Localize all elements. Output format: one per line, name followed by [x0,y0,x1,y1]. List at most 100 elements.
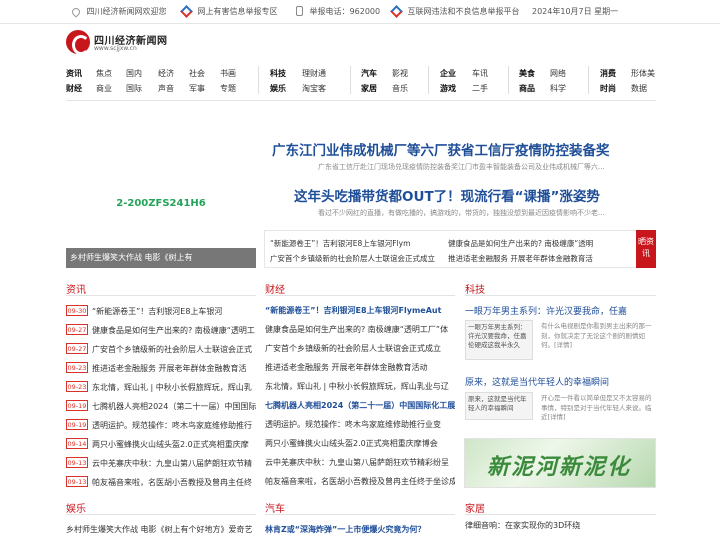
quick-news-item[interactable]: 推进适老金融服务 开展老年群体金融教育活 [448,253,618,264]
section-title-qiche[interactable]: 汽车 [265,500,285,515]
nav-link[interactable]: 资讯 [66,68,82,80]
zixun-list-item[interactable]: 09-27 健康食品是如何生产出来的? 南极缠康“透明工 [66,324,256,336]
section-title-zixun[interactable]: 资讯 [66,281,86,296]
headline-1-title[interactable]: 广东江门业伟成机械厂等六厂获省工信厅疫情防控装备奖 [272,139,610,159]
caijing-list-item[interactable]: “新能源卷王”！吉利银河E8上车银河FlymeAut [265,305,455,316]
nav-link[interactable]: 二手 [472,83,488,95]
item-date-badge: 09-13 [66,476,88,487]
internet-report-link[interactable]: 互联网违法和不良信息举报平台 [390,5,520,18]
nav-link[interactable]: 美食 [519,68,535,80]
caijing-list-item[interactable]: 云中羌寨庆中秋：九皇山第八届萨朗狂欢节精彩纷呈 [265,457,455,468]
nav-divider [350,66,351,94]
nav-link[interactable]: 财经 [66,83,82,95]
nav-link[interactable]: 商业 [96,83,112,95]
caijing-list-item[interactable]: 推进适老金融服务 开展老年群体金融教育活动 [265,362,455,373]
item-title: 东北情，辉山礼 | 中秋小长假旅辉玩，辉山乳 [92,383,252,392]
caijing-list-item[interactable]: 透明运护。规范操作：咚木鸟家庭维修助推行业变 [265,419,455,430]
nav-link[interactable]: 娱乐 [270,83,286,95]
nav-link[interactable]: 科技 [270,68,286,80]
nav-link[interactable]: 焦点 [96,68,112,80]
item-date-badge: 09-14 [66,438,88,449]
nav-group-3-row-2: 家居 音乐 [361,83,431,95]
feature-caption[interactable]: 乡村师生爆笑大作战 电影《树上有 [66,248,256,268]
keji-ad-banner[interactable]: 新泥河新泥化 [464,438,656,488]
nav-link[interactable]: 游戏 [440,83,456,95]
caijing-list-item[interactable]: 健康食品是如何生产出来的? 南极缠康“透明工厂”体 [265,324,455,335]
nav-group-2-row-2: 娱乐 淘宝客 [270,83,350,95]
quick-news-item[interactable]: 健康食品是如何生产出来的? 南极缠康“透明 [448,238,618,249]
yule-item[interactable]: 乡村师生爆笑大作战 电影《树上有个好地方》爱奇艺 [66,524,256,535]
caijing-list-item[interactable]: 两只小蜜蜂携火山绒头盔2.0正式亮相重庆摩博会 [265,438,455,449]
nav-link[interactable]: 汽车 [361,68,377,80]
item-title: 两只小蜜蜂携火山绒头盔2.0正式亮相重庆摩 [92,440,249,449]
nav-divider [508,66,509,94]
keji-article-1-thumbnail[interactable]: 一眼万年男主系列：许光汉要我命，任嘉伦硬成这我半永久 [465,320,533,360]
nav-link[interactable]: 形体美 [631,68,655,80]
nav-divider [428,66,429,94]
qiche-item[interactable]: 林肯Z或“深海炸弹”一上市便爆火究竟为何？ [265,524,455,535]
nav-link[interactable]: 消费 [600,68,616,80]
zixun-list-item[interactable]: 09-13 帕友福音来啦，名医胡小吾教授及曾冉主任终 [66,476,256,488]
keji-article-1-title[interactable]: 一眼万年男主系列：许光汉要我命，任嘉 [465,304,656,317]
nav-link[interactable]: 军事 [189,83,205,95]
caijing-list-item[interactable]: 七腾机器人亮相2024（第二十一届）中国国际化工展 [265,400,455,411]
item-date-badge: 09-30 [66,305,88,316]
share-news-tag[interactable]: 晒资讯 [636,230,656,268]
zixun-list-item[interactable]: 09-23 东北情，辉山礼 | 中秋小长假旅辉玩，辉山乳 [66,381,256,393]
nav-group-5-row-2: 商品 科学 [519,83,589,95]
nav-link[interactable]: 网络 [550,68,566,80]
keji-article-2-title[interactable]: 原来，这就是当代年轻人的幸福瞬间 [465,375,656,388]
jiaju-item[interactable]: 律细音响：在家实现你的3D环绕 [465,520,656,531]
nav-link[interactable]: 家居 [361,83,377,95]
nav-link[interactable]: 社会 [189,68,205,80]
site-logo[interactable]: 四川经济新闻网 www.scjjxw.cn [66,30,186,56]
nav-link[interactable]: 国内 [126,68,142,80]
nav-link[interactable]: 淘宝客 [302,83,326,95]
nav-link[interactable]: 企业 [440,68,456,80]
section-title-keji[interactable]: 科技 [465,281,485,296]
section-title-caijing[interactable]: 财经 [265,281,285,296]
nav-link[interactable]: 声音 [158,83,174,95]
nav-link[interactable]: 书画 [220,68,236,80]
nav-link[interactable]: 音乐 [392,83,408,95]
nav-link[interactable]: 理财通 [302,68,326,80]
zixun-list-item[interactable]: 09-30 “新能源卷王”！吉利银河E8上车银河 [66,305,256,317]
headline-1-summary: 广东省工信厅赴江门现场兑现疫情防控装备奖江门市盈丰智能装备公司及业伟成机械厂等六… [318,163,605,171]
nav-link[interactable]: 科学 [550,83,566,95]
zixun-list-item[interactable]: 09-23 推进适老金融服务 开展老年群体金融教育活 [66,362,256,374]
keji-article-2-thumbnail[interactable]: 原来，这就是当代年轻人的幸福瞬间 [465,392,533,420]
quick-news-item[interactable]: “新能源卷王”！吉利银河E8上车银河Flym [270,238,440,249]
banner-text: 新泥河新泥化 [487,455,632,480]
section-title-jiaju[interactable]: 家居 [465,500,485,515]
report-zone-text: 网上有害信息举报专区 [197,7,278,16]
item-date-badge: 09-19 [66,419,88,430]
nav-link[interactable]: 车讯 [472,68,488,80]
item-date-badge: 09-23 [66,362,88,373]
nav-link[interactable]: 数据 [631,83,647,95]
caijing-list-item[interactable]: 广安首个乡镇级新的社会阶层人士联谊会正式成立 [265,343,455,354]
zixun-list-item[interactable]: 09-19 七腾机器人亮相2024（第二十一届）中国国际 [66,400,256,412]
top-bar: 四川经济新闻网欢迎您 网上有害信息举报专区 举报电话：962000 互联网违法和… [0,0,720,24]
headline-2-title[interactable]: 这年头吃播带货都OUT了！现流行看“课播”涨姿势 [294,185,600,205]
zixun-list-item[interactable]: 09-14 两只小蜜蜂携火山绒头盔2.0正式亮相重庆摩 [66,438,256,450]
zixun-list-item[interactable]: 09-27 广安首个乡镇级新的社会阶层人士联谊会正式 [66,343,256,355]
nav-link[interactable]: 专题 [220,83,236,95]
nav-group-2-row-1: 科技 理财通 [270,68,350,80]
nav-link[interactable]: 影视 [392,68,408,80]
feature-slide[interactable]: 2-200ZFS241H6 乡村师生爆笑大作战 电影《树上有 [66,112,256,268]
caijing-list-item[interactable]: 东北情，辉山礼 | 中秋小长假旅辉玩，辉山乳业与辽 [265,381,455,392]
section-divider [66,295,256,296]
zixun-list-item[interactable]: 09-19 透明运护。规范操作：咚木鸟家庭维修助推行 [66,419,256,431]
nav-link[interactable]: 商品 [519,83,535,95]
caijing-list-item[interactable]: 帕友福音来啦，名医胡小吾教授及曾冉主任终于坐诊成 [265,476,455,487]
nav-link[interactable]: 时尚 [600,83,616,95]
section-title-yule[interactable]: 娱乐 [66,500,86,515]
nav-link[interactable]: 国际 [126,83,142,95]
item-title: “新能源卷王”！吉利银河E8上车银河 [92,307,223,316]
nav-group-3-row-1: 汽车 影视 [361,68,431,80]
zixun-list-item[interactable]: 09-13 云中羌寨庆中秋：九皇山第八届萨朗狂欢节精 [66,457,256,469]
nav-link[interactable]: 经济 [158,68,174,80]
nav-group-5-row-1: 美食 网络 [519,68,589,80]
quick-news-item[interactable]: 广安首个乡镇级新的社会阶层人士联谊会正式成立 [270,253,440,264]
report-zone-link[interactable]: 网上有害信息举报专区 [180,5,278,18]
